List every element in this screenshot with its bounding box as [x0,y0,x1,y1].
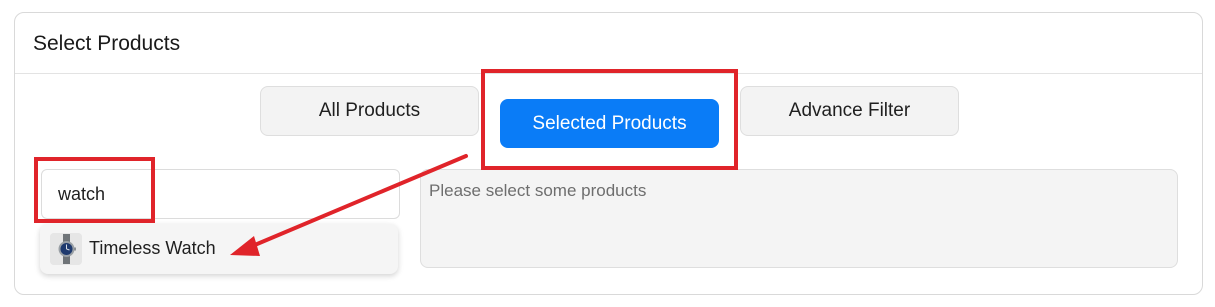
selected-products-placeholder: Please select some products [429,181,647,200]
tab-selected-products[interactable]: Selected Products [500,99,719,148]
search-result-label: Timeless Watch [89,238,216,258]
tab-label: All Products [318,100,421,121]
panel-header: Select Products [15,13,1202,74]
product-search-input[interactable] [41,169,400,219]
wristwatch-icon [50,233,82,265]
panel-title: Select Products [33,32,181,55]
tab-label: Selected Products [532,112,687,134]
selected-products-box[interactable]: Please select some products [420,169,1178,268]
search-result-option[interactable]: Timeless Watch [40,224,398,274]
tab-all-products[interactable]: All Products [260,86,479,136]
tab-label: Advance Filter [788,100,911,121]
tab-advance-filter[interactable]: Advance Filter [740,86,959,136]
